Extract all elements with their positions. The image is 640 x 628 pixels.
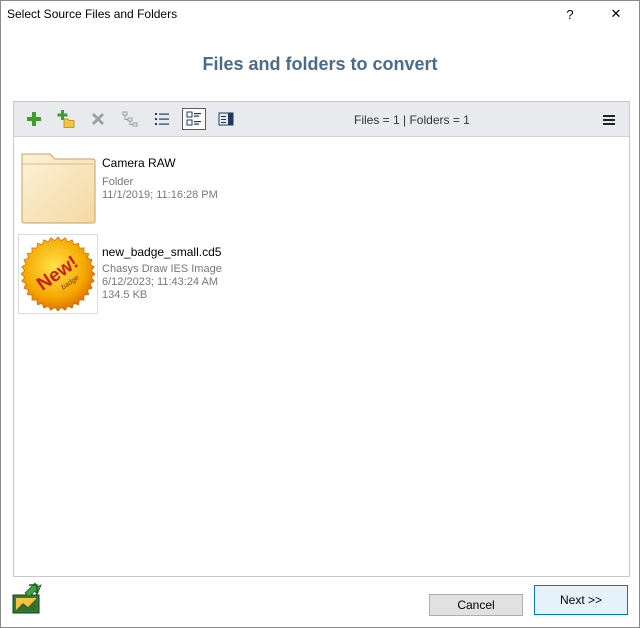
close-button[interactable]: ✕ — [593, 1, 639, 27]
preview-pane-button[interactable] — [214, 108, 238, 130]
item-type: Folder — [102, 176, 134, 188]
tree-icon — [122, 111, 138, 127]
preview-pane-icon — [218, 112, 234, 126]
file-list: Camera RAW Folder 11/1/2019; 11:16:28 PM — [14, 138, 629, 576]
file-list-panel: Files = 1 | Folders = 1 Camera RAW Folde… — [13, 101, 630, 577]
options-menu-button[interactable] — [598, 109, 620, 131]
details-view-icon — [186, 111, 201, 126]
list-view-icon — [155, 113, 169, 125]
add-folder-button[interactable] — [54, 108, 78, 130]
remove-icon — [92, 113, 104, 125]
title-bar: Select Source Files and Folders ? ✕ — [1, 1, 639, 27]
hamburger-menu-icon — [603, 115, 615, 125]
item-name: new_badge_small.cd5 — [102, 245, 222, 259]
item-size: 134.5 KB — [102, 289, 148, 301]
new-badge-image: New! badge — [20, 236, 96, 312]
item-name: Camera RAW — [102, 156, 176, 170]
list-item-folder[interactable]: Camera RAW Folder 11/1/2019; 11:16:28 PM — [18, 148, 418, 230]
item-date: 6/12/2023; 11:43:24 AM — [102, 276, 218, 288]
item-type: Chasys Draw IES Image — [102, 263, 222, 275]
file-folder-counts: Files = 1 | Folders = 1 — [354, 113, 470, 127]
add-files-button[interactable] — [22, 108, 46, 130]
next-button[interactable]: Next >> — [534, 585, 628, 615]
add-folder-icon — [57, 110, 75, 128]
footer: Cancel Next >> — [1, 579, 639, 627]
item-date: 11/1/2019; 11:16:28 PM — [102, 189, 218, 201]
window-title: Select Source Files and Folders — [7, 7, 178, 21]
cancel-button[interactable]: Cancel — [429, 594, 523, 616]
add-icon — [27, 112, 41, 126]
help-button[interactable]: ? — [547, 1, 593, 27]
header: Files and folders to convert — [1, 27, 639, 101]
image-thumbnail: New! badge — [18, 234, 98, 314]
list-item-file[interactable]: New! badge new_badge_small.cd5 Chasys Dr… — [18, 234, 418, 316]
dialog-window: Select Source Files and Folders ? ✕ File… — [0, 0, 640, 628]
details-view-button[interactable] — [182, 108, 206, 130]
folder-icon — [21, 153, 96, 224]
toolbar: Files = 1 | Folders = 1 — [14, 102, 629, 137]
page-title: Files and folders to convert — [202, 54, 438, 74]
remove-button[interactable] — [86, 108, 110, 130]
list-view-button[interactable] — [150, 108, 174, 130]
app-icon — [12, 582, 42, 614]
tree-view-button[interactable] — [118, 108, 142, 130]
